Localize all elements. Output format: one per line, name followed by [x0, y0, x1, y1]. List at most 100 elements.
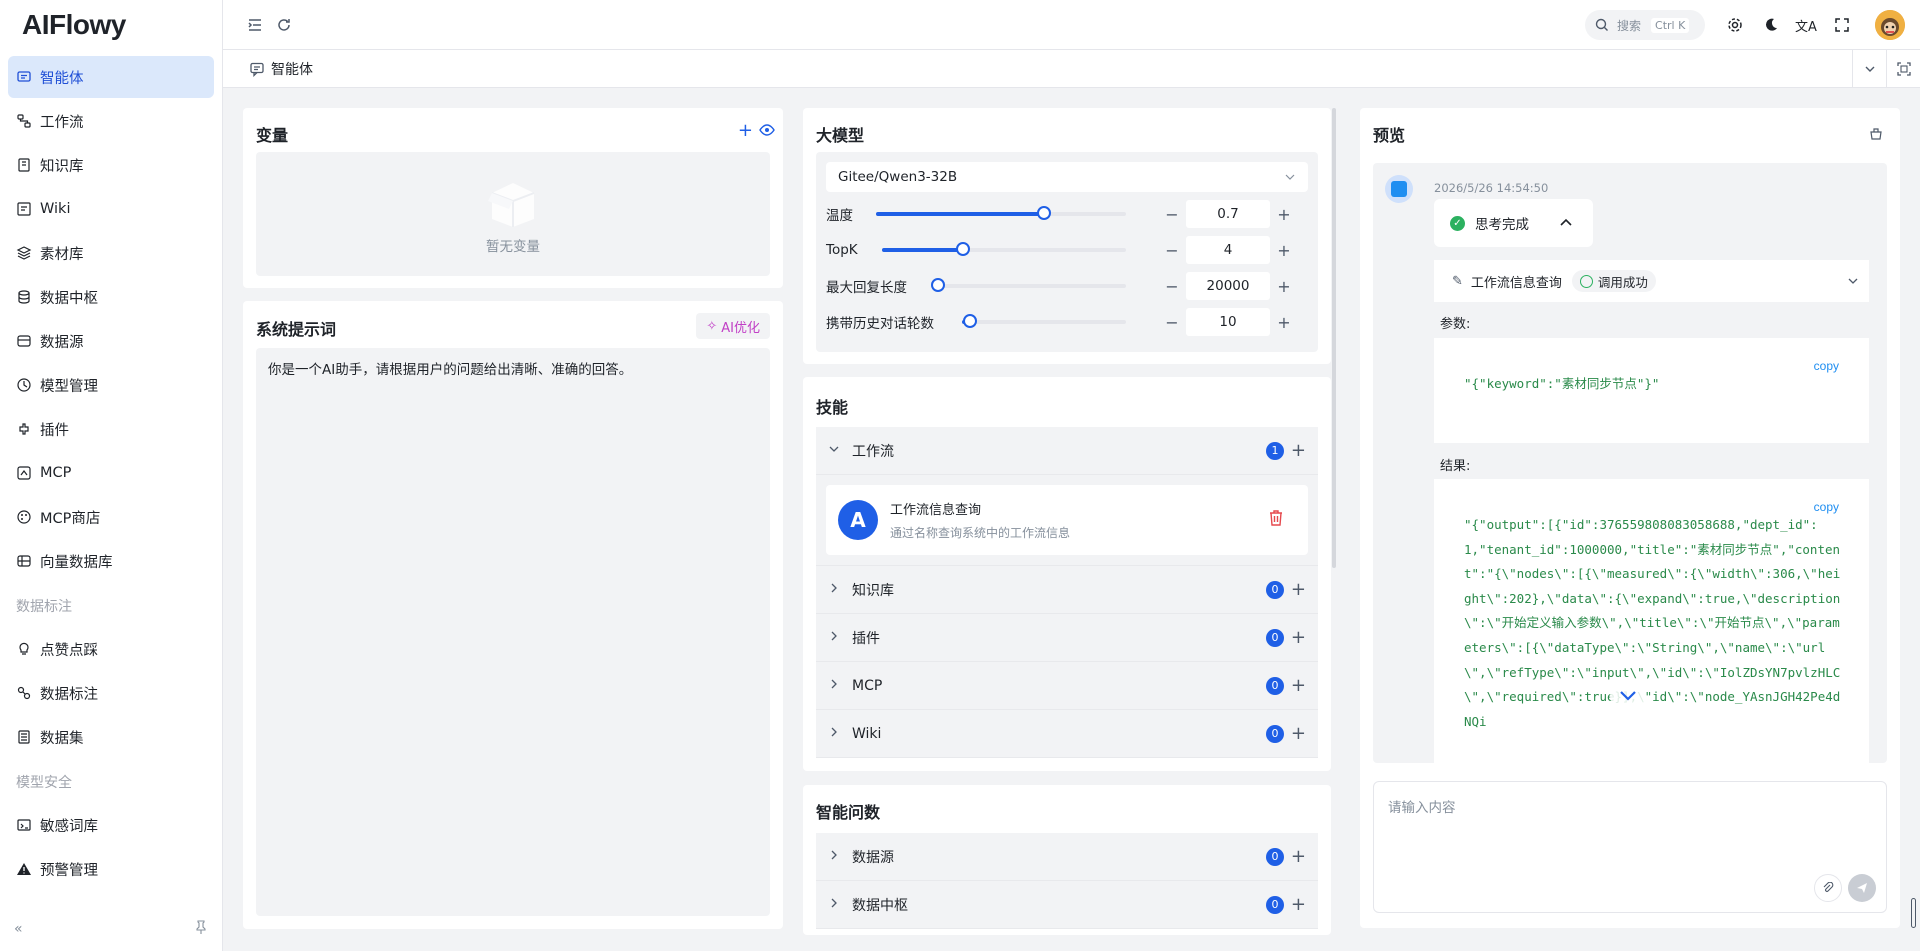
param-slider[interactable]	[962, 314, 1126, 328]
fullscreen-icon[interactable]	[1830, 13, 1854, 37]
add-icon[interactable]: +	[1291, 676, 1306, 695]
page-scrollbar[interactable]	[1911, 898, 1916, 928]
thinking-status[interactable]: ✓ 思考完成	[1434, 199, 1593, 247]
app-logo[interactable]: AIFlowy	[0, 0, 222, 50]
plus-button[interactable]: +	[1270, 236, 1298, 264]
skills-section-0[interactable]: 工作流 1 +	[816, 427, 1318, 475]
plus-button[interactable]: +	[1270, 200, 1298, 228]
sidebar-item-main-4[interactable]: 素材库	[8, 232, 214, 274]
chat-input[interactable]: 请输入内容	[1373, 781, 1887, 913]
user-avatar[interactable]	[1875, 10, 1905, 40]
skills-section-2[interactable]: 插件 0 +	[816, 614, 1318, 662]
param-label: TopK	[826, 242, 858, 258]
sidebar-item-label: 数据标注	[40, 686, 98, 703]
slider-knob[interactable]	[963, 314, 978, 328]
plus-button[interactable]: +	[1270, 308, 1298, 336]
smart-query-panel: 智能问数 数据源 0 + 数据中枢 0 +	[803, 785, 1331, 935]
copy-result-button[interactable]: copy	[1814, 495, 1839, 520]
param-stepper: −10 +	[1158, 308, 1298, 336]
tab-fullscreen-icon[interactable]	[1886, 50, 1920, 88]
sidebar-item-label: 素材库	[40, 246, 84, 263]
chevron-right-icon	[828, 897, 842, 913]
pin-icon[interactable]	[194, 920, 208, 938]
skills-section-4[interactable]: Wiki 0 +	[816, 710, 1318, 758]
sidebar-item-main-2[interactable]: 知识库	[8, 144, 214, 186]
add-icon[interactable]: +	[1291, 895, 1306, 914]
copy-params-button[interactable]: copy	[1814, 354, 1839, 379]
sidebar-item-main-8[interactable]: 插件	[8, 408, 214, 450]
tab-dropdown-icon[interactable]	[1852, 50, 1886, 88]
sidebar-item-annotation-1[interactable]: 数据标注	[8, 672, 214, 714]
system-prompt-input[interactable]: 你是一个AI助手，请根据用户的问题给出清晰、准确的回答。	[256, 348, 770, 916]
menu-toggle-icon[interactable]	[243, 13, 267, 37]
param-value[interactable]: 10	[1186, 308, 1270, 336]
search-input[interactable]: 搜索 Ctrl K	[1585, 10, 1705, 40]
param-value[interactable]: 4	[1186, 236, 1270, 264]
translate-icon[interactable]: 文A	[1794, 13, 1818, 37]
store-icon	[16, 509, 32, 525]
ai-optimize-button[interactable]: ✧ AI优化	[696, 313, 770, 339]
tab-agent[interactable]: 智能体	[249, 59, 313, 79]
minus-button[interactable]: −	[1158, 236, 1186, 264]
add-icon[interactable]: +	[1291, 724, 1306, 743]
count-badge: 1	[1266, 441, 1284, 460]
sidebar-item-label: 数据集	[40, 730, 84, 747]
tool-name: 工作流信息查询	[1470, 275, 1562, 291]
delete-icon[interactable]	[1268, 509, 1284, 531]
sidebar-item-main-9[interactable]: MCP	[8, 452, 214, 494]
sidebar-item-main-5[interactable]: 数据中枢	[8, 276, 214, 318]
tool-call-card[interactable]: ✎ 工作流信息查询 调用成功	[1434, 260, 1869, 302]
sidebar-item-label: MCP商店	[40, 510, 101, 527]
add-icon[interactable]: +	[1291, 628, 1306, 647]
sidebar-item-annotation-0[interactable]: 点赞点踩	[8, 628, 214, 670]
chevron-right-icon	[828, 678, 842, 694]
minus-button[interactable]: −	[1158, 308, 1186, 336]
slider-knob[interactable]	[931, 278, 945, 292]
sidebar-item-security-0[interactable]: 敏感词库	[8, 804, 214, 846]
param-slider[interactable]	[876, 206, 1126, 220]
smart-query-section-0[interactable]: 数据源 0 +	[816, 833, 1318, 881]
param-slider[interactable]	[931, 278, 1126, 292]
minus-button[interactable]: −	[1158, 200, 1186, 228]
scroll-down-button[interactable]	[1610, 678, 1646, 714]
attach-icon[interactable]	[1814, 874, 1842, 902]
eye-icon[interactable]	[759, 124, 775, 140]
param-value[interactable]: 0.7	[1186, 200, 1270, 228]
skills-section-1[interactable]: 知识库 0 +	[816, 566, 1318, 614]
sidebar-item-label: 智能体	[40, 70, 84, 87]
sidebar-item-main-3[interactable]: Wiki	[8, 188, 214, 230]
chevron-right-icon	[828, 726, 842, 742]
workflow-card[interactable]: A 工作流信息查询 通过名称查询系统中的工作流信息	[826, 485, 1308, 555]
panel-scrollbar[interactable]	[1332, 108, 1336, 568]
add-icon[interactable]: +	[1291, 441, 1306, 460]
sidebar-item-main-1[interactable]: 工作流	[8, 100, 214, 142]
sidebar-item-annotation-2[interactable]: 数据集	[8, 716, 214, 758]
sidebar-item-security-1[interactable]: 预警管理	[8, 848, 214, 890]
slider-knob[interactable]	[1036, 206, 1051, 220]
settings-icon[interactable]	[1723, 13, 1747, 37]
add-icon[interactable]: +	[1291, 847, 1306, 866]
refresh-icon[interactable]	[272, 13, 296, 37]
skills-section-3[interactable]: MCP 0 +	[816, 662, 1318, 710]
sidebar-item-main-7[interactable]: 模型管理	[8, 364, 214, 406]
param-value[interactable]: 20000	[1186, 272, 1270, 300]
sidebar-item-main-0[interactable]: 智能体	[8, 56, 214, 98]
plus-button[interactable]: +	[1270, 272, 1298, 300]
slider-knob[interactable]	[955, 242, 970, 256]
collapse-sidebar-icon[interactable]: «	[14, 921, 23, 937]
smart-query-section-1[interactable]: 数据中枢 0 +	[816, 881, 1318, 929]
minus-button[interactable]: −	[1158, 272, 1186, 300]
send-icon[interactable]	[1848, 874, 1876, 902]
dark-mode-icon[interactable]	[1759, 13, 1783, 37]
param-slider[interactable]	[882, 242, 1126, 256]
chevron-up-icon	[1560, 218, 1572, 226]
sidebar-item-main-11[interactable]: 向量数据库	[8, 540, 214, 582]
param-row: TopK −4 +	[826, 232, 1308, 268]
workflow-icon	[16, 113, 32, 129]
add-icon[interactable]: +	[1291, 580, 1306, 599]
clear-chat-icon[interactable]	[1868, 126, 1884, 146]
sidebar-item-main-6[interactable]: 数据源	[8, 320, 214, 362]
model-select[interactable]: Gitee/Qwen3-32B	[826, 162, 1308, 192]
add-variable-icon[interactable]: +	[738, 120, 753, 141]
sidebar-item-main-10[interactable]: MCP商店	[8, 496, 214, 538]
